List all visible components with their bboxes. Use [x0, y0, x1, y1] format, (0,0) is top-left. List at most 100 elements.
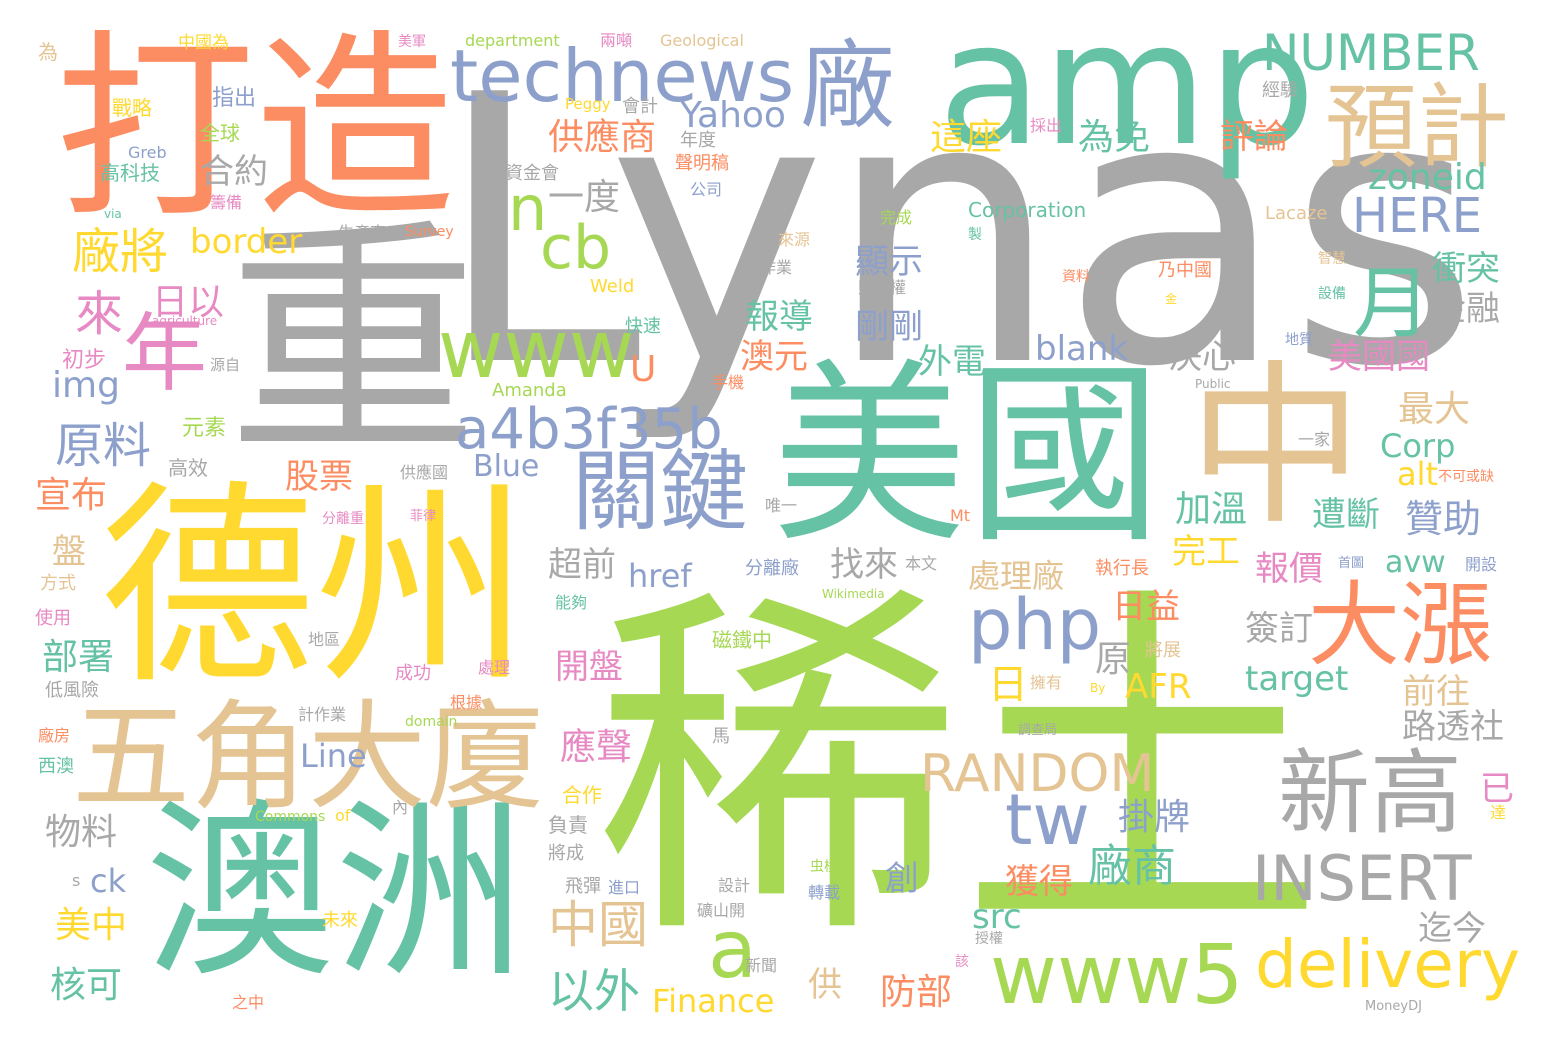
word-raw-material: 原料	[55, 418, 152, 474]
word-philip: 菲律	[410, 509, 437, 524]
word-supplier: 供應商	[548, 117, 657, 158]
word-data: 資料	[1062, 269, 1090, 285]
word-mine-open: 礦山開	[697, 901, 746, 920]
word-horse: 馬	[712, 726, 730, 747]
word-only: 唯一	[765, 496, 798, 515]
word-use: 使用	[35, 608, 71, 629]
word-authorize: 授權	[975, 931, 1003, 947]
word-completed: 完工	[1172, 532, 1240, 572]
word-own: 擁有	[1030, 673, 1063, 692]
word-quick: 快速	[625, 316, 661, 337]
word-one-company: 一家	[1298, 430, 1331, 449]
word-contract: 合約	[200, 152, 268, 192]
word-ceo: 執行長	[1095, 558, 1149, 579]
word-amanda: Amanda	[492, 380, 567, 401]
word-target: target	[1245, 659, 1349, 699]
word-increasingly: 日益	[1112, 587, 1180, 627]
word-this: 這座	[930, 117, 1003, 158]
word-insert: INSERT	[1252, 842, 1472, 915]
word-alt: alt	[1397, 455, 1439, 493]
word-quote: 報價	[1255, 549, 1323, 589]
word-obtain: 獲得	[1005, 862, 1073, 902]
word-is-china: 乃中國	[1158, 260, 1212, 281]
word-agriculture: agriculture	[152, 314, 218, 328]
word-geological: Geological	[660, 31, 744, 50]
word-commons: Commons	[255, 809, 326, 825]
word-mt: Mt	[950, 506, 971, 525]
word-avoid: 為免	[1078, 117, 1151, 158]
word-u: U	[630, 349, 657, 390]
word-mined: 採出	[1030, 116, 1063, 135]
word-blank: blank	[1035, 329, 1129, 369]
word-zoneid: zoneid	[1368, 157, 1487, 198]
word-texas: 德州	[100, 462, 530, 713]
word-sponsor: 贊助	[1405, 497, 1482, 541]
word-manufacture: 製	[968, 227, 982, 243]
word-method: 方式	[40, 573, 76, 594]
word-cooperate: 合作	[562, 783, 602, 807]
word-global: 全球	[200, 121, 240, 145]
word-responsible: 負責	[548, 813, 588, 837]
word-line: Line	[300, 737, 367, 775]
word-preliminary: 初步	[62, 348, 107, 373]
word-element: 元素	[182, 416, 227, 441]
word-lacaze: Lacaze	[1265, 203, 1328, 224]
word-separation-plant: 分離廠	[745, 558, 799, 579]
word-heat-up: 加溫	[1175, 489, 1248, 530]
word-according: 根據	[450, 693, 483, 712]
word-materials: 物料	[45, 812, 118, 853]
word-www5: www5	[990, 928, 1244, 1023]
word-wire: 外電	[918, 342, 986, 382]
word-beyond: 以外	[548, 964, 640, 1018]
word-plan-operation: 計作業	[298, 705, 347, 724]
word-separate-heavy: 分離重	[322, 511, 364, 527]
word-comment: 評論	[1220, 117, 1288, 157]
word-derived: 源自	[210, 356, 241, 374]
word-so-far: 迄今	[1418, 909, 1486, 949]
word-import: 進口	[608, 878, 641, 897]
word-month: 月	[1353, 259, 1432, 349]
word-public: Public	[1195, 377, 1231, 391]
word-determination: 決心	[1168, 337, 1236, 377]
word-find: 找來	[830, 545, 898, 585]
word-respond: 應聲	[560, 727, 633, 768]
word-come: 來	[75, 286, 124, 342]
word-missile: 飛彈	[565, 876, 601, 897]
word-href: href	[628, 557, 692, 595]
word-just-now: 剛剛	[855, 307, 923, 347]
word-process: 處理	[478, 658, 511, 677]
word-already: 已	[1480, 769, 1514, 809]
word-company: 公司	[690, 180, 723, 199]
word-pan: 盤	[52, 532, 86, 572]
word-afr: AFR	[1125, 667, 1192, 707]
word-n: n	[508, 172, 548, 245]
word-moneydj: MoneyDJ	[1365, 999, 1422, 1014]
word-weld: Weld	[590, 276, 635, 297]
word-this-article: 本文	[905, 554, 938, 573]
word-source: 來源	[778, 230, 811, 249]
word-operation: 作業	[760, 258, 793, 277]
word-by: By	[1090, 681, 1106, 695]
word-that: 該	[955, 954, 969, 970]
word-supply-country: 供應國	[400, 463, 449, 482]
word-gold: 金	[1165, 292, 1178, 306]
word-producer: 生產商	[338, 223, 387, 242]
word-via: via	[104, 207, 122, 221]
word-avw: avw	[1385, 545, 1446, 580]
word-s: s	[72, 871, 81, 890]
word-day: 日	[988, 662, 1028, 708]
word-fund: 資金會	[505, 163, 559, 184]
word-cb: cb	[540, 213, 612, 283]
word-success: 成功	[395, 663, 431, 684]
word-go-to: 前往	[1402, 672, 1470, 712]
word-report: 報導	[745, 297, 813, 337]
word-random: RANDOM	[920, 744, 1155, 804]
word-conflict: 衝突	[1432, 249, 1500, 289]
word-geology: 地質	[1285, 332, 1313, 348]
word-plant-building: 廠房	[38, 726, 71, 745]
word-glyph: 虫棱	[810, 859, 838, 875]
word-intellectual: 智慧	[1318, 251, 1346, 267]
word-establish: 開設	[1465, 555, 1498, 574]
word-yahoo: Yahoo	[680, 95, 786, 136]
word-border: border	[190, 222, 303, 262]
